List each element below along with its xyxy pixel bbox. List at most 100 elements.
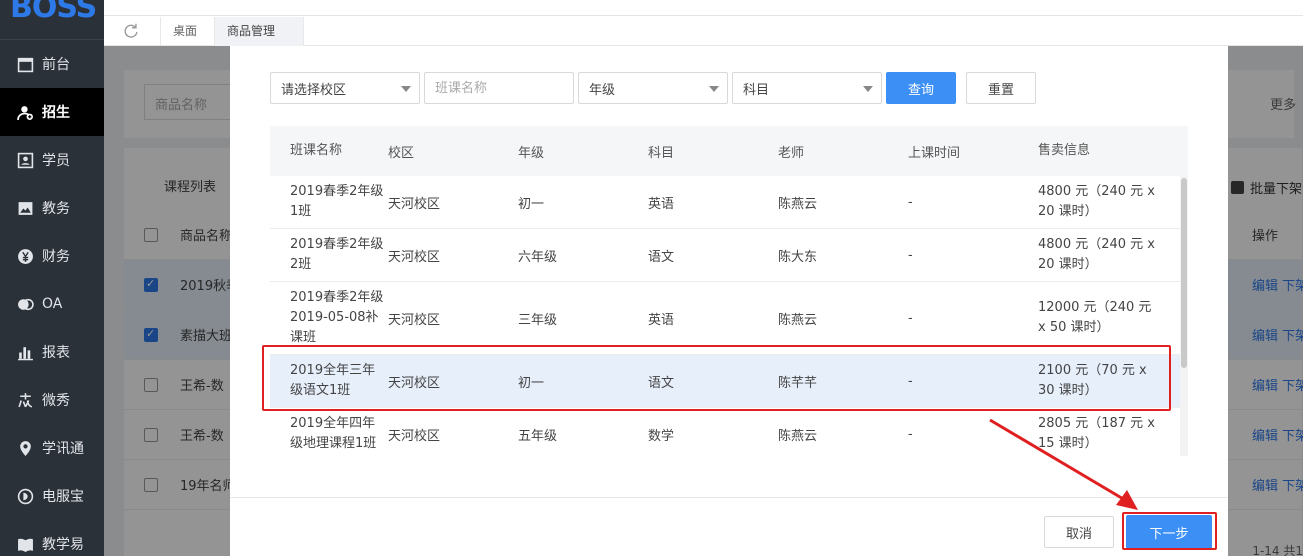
sidebar-item-jiaoxueyi[interactable]: 教学易: [0, 520, 104, 556]
sidebar-item-label: 学员: [42, 153, 70, 169]
book-icon: [16, 535, 34, 553]
table-scrollbar[interactable]: [1180, 176, 1188, 456]
sidebar-item-label: 教务: [42, 201, 70, 217]
sidebar-item-xuexuntong[interactable]: 学讯通: [0, 424, 104, 472]
table-row-selected[interactable]: 2019全年三年级语文1班 天河校区 初一 语文 陈芊芊 - 2100 元（70…: [270, 355, 1188, 408]
location-icon: [16, 439, 34, 457]
column-header: 班课名称: [290, 143, 343, 158]
tab-bar: 桌面 商品管理×: [104, 0, 1303, 67]
chevron-down-icon: [709, 86, 719, 92]
cell-grade: 六年级: [518, 249, 558, 265]
sidebar-item-finance[interactable]: 财务: [0, 232, 104, 280]
user-add-icon: [16, 103, 34, 121]
sidebar-item-label: OA: [42, 296, 63, 312]
scrollbar-thumb[interactable]: [1181, 178, 1187, 368]
sidebar-item-label: 报表: [42, 345, 70, 361]
cancel-button[interactable]: 取消: [1044, 516, 1114, 548]
sidebar-item-label: 学讯通: [42, 441, 84, 457]
cell-campus: 天河校区: [388, 196, 441, 212]
reset-button[interactable]: 重置: [966, 72, 1036, 104]
logo: BOSS: [0, 0, 104, 40]
cell-grade: 五年级: [518, 428, 558, 444]
table-row[interactable]: 2019全年四年级地理课程1班 天河校区 五年级 数学 陈燕云 - 2805 元…: [270, 408, 1188, 456]
cell-subject: 英语: [648, 196, 675, 212]
sidebar-item-oa[interactable]: OA: [0, 280, 104, 328]
sidebar-item-dianfubao[interactable]: 电服宝: [0, 472, 104, 520]
cell-grade: 初一: [518, 375, 545, 391]
id-card-icon: [16, 151, 34, 169]
next-step-button[interactable]: 下一步: [1126, 515, 1212, 549]
sidebar-item-reports[interactable]: 报表: [0, 328, 104, 376]
cell-campus: 天河校区: [388, 249, 441, 265]
cell-subject: 语文: [648, 375, 675, 391]
cell-class-name: 2019春季2年级1班: [290, 184, 384, 219]
column-header: 科目: [648, 145, 675, 161]
cell-time: -: [908, 247, 913, 263]
cell-class-name: 2019春季2年级2019-05-08补课班: [290, 290, 384, 345]
column-header: 年级: [518, 145, 545, 161]
top-strip: [104, 0, 1303, 16]
xiu-icon: [16, 391, 34, 409]
cell-campus: 天河校区: [388, 375, 441, 391]
cell-class-name: 2019全年四年级地理课程1班: [290, 416, 377, 451]
chevron-down-icon: [401, 86, 411, 92]
sidebar-item-frontdesk[interactable]: 前台: [0, 40, 104, 88]
campus-select-value: 请选择校区: [281, 82, 347, 98]
tab-product-management[interactable]: 商品管理×: [214, 17, 304, 67]
grade-select[interactable]: 年级: [578, 72, 728, 104]
tab-label: 商品管理: [227, 24, 276, 38]
tab-label: 桌面: [173, 24, 198, 38]
cell-teacher: 陈燕云: [778, 312, 818, 328]
column-header: 售卖信息: [1038, 143, 1091, 158]
sidebar-item-label: 财务: [42, 249, 70, 265]
sidebar-item-label: 电服宝: [42, 489, 84, 505]
sidebar-item-academic[interactable]: 教务: [0, 184, 104, 232]
column-header: 老师: [778, 145, 805, 161]
cell-time: -: [908, 310, 913, 326]
column-header: 上课时间: [908, 145, 961, 161]
sidebar-item-enrollment[interactable]: 招生: [0, 88, 104, 136]
cell-sale-info: 4800 元（240 元 x 20 课时）: [1038, 184, 1155, 219]
calendar-icon: [16, 55, 34, 73]
table-row[interactable]: 2019春季2年级1班 天河校区 初一 英语 陈燕云 - 4800 元（240 …: [270, 176, 1188, 229]
table-row[interactable]: 2019春季2年级2班 天河校区 六年级 语文 陈大东 - 4800 元（240…: [270, 229, 1188, 282]
sidebar-item-students[interactable]: 学员: [0, 136, 104, 184]
table-row[interactable]: 2019春季2年级2019-05-08补课班 天河校区 三年级 英语 陈燕云 -…: [270, 282, 1188, 355]
cell-sale-info: 12000 元（240 元 x 50 课时）: [1038, 300, 1152, 335]
cell-teacher: 陈大东: [778, 249, 818, 265]
sidebar: BOSS 前台 招生 学员 教务 财务 OA 报表 微秀 学讯通 电服宝 教学易: [0, 0, 104, 556]
cell-campus: 天河校区: [388, 312, 441, 328]
sidebar-item-label: 前台: [42, 57, 70, 73]
sidebar-item-weixiu[interactable]: 微秀: [0, 376, 104, 424]
yen-icon: [16, 247, 34, 265]
logo-text: BOSS: [10, 0, 97, 25]
cell-teacher: 陈燕云: [778, 428, 818, 444]
cell-time: -: [908, 373, 913, 389]
filter-bar: 请选择校区 年级 科目 查询 重置: [270, 72, 1036, 104]
class-name-input[interactable]: [424, 72, 574, 104]
table-body: 2019春季2年级1班 天河校区 初一 英语 陈燕云 - 4800 元（240 …: [270, 176, 1188, 456]
cell-grade: 三年级: [518, 312, 558, 328]
cell-time: -: [908, 426, 913, 442]
cell-teacher: 陈燕云: [778, 196, 818, 212]
bar-chart-icon: [16, 343, 34, 361]
subject-select[interactable]: 科目: [732, 72, 882, 104]
column-header: 校区: [388, 145, 415, 161]
class-table: 班课名称 校区 年级 科目 老师 上课时间 售卖信息 2019春季2年级1班 天…: [270, 126, 1188, 456]
tab-desk[interactable]: 桌面: [160, 17, 214, 46]
sidebar-item-label: 微秀: [42, 393, 70, 409]
refresh-icon[interactable]: [122, 22, 142, 42]
picture-icon: [16, 199, 34, 217]
query-button[interactable]: 查询: [886, 72, 956, 104]
cell-sale-info: 4800 元（240 元 x 20 课时）: [1038, 237, 1155, 272]
cell-class-name: 2019全年三年级语文1班: [290, 363, 376, 398]
cell-sale-info: 2100 元（70 元 x 30 课时）: [1038, 363, 1147, 398]
cell-subject: 英语: [648, 312, 675, 328]
cell-time: -: [908, 194, 913, 210]
table-header: 班课名称 校区 年级 科目 老师 上课时间 售卖信息: [270, 126, 1188, 176]
campus-select[interactable]: 请选择校区: [270, 72, 420, 104]
phone-icon: [16, 487, 34, 505]
cell-sale-info: 2805 元（187 元 x 15 课时）: [1038, 416, 1155, 451]
subject-select-value: 科目: [743, 82, 770, 98]
cell-subject: 数学: [648, 428, 675, 444]
